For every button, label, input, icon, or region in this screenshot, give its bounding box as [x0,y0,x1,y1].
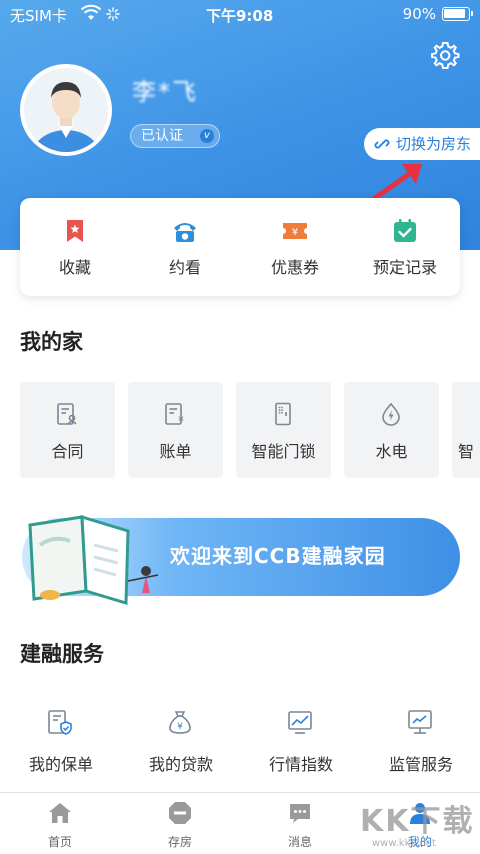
tab-home[interactable]: 首页 [0,793,120,854]
home-tile-bill[interactable]: ¥ 账单 [128,382,223,478]
user-name: 李*飞 [132,78,198,106]
tab-deposit-house[interactable]: 存房 [120,793,240,854]
home-tile-smart-lock[interactable]: 智能门锁 [236,382,331,478]
battery-fill [444,9,465,18]
quick-item-favorites[interactable]: 收藏 [20,198,130,296]
tab-label: 存房 [167,835,192,849]
avatar[interactable] [20,64,112,156]
home-tile-contract[interactable]: 合同 [20,382,115,478]
phone-icon [174,223,196,242]
home-tile-utilities[interactable]: 水电 [344,382,439,478]
home-tile-label: 智 [457,442,474,461]
calendar-check-icon [394,219,416,242]
home-tile-label: 合同 [51,442,84,461]
water-electric-icon [382,402,400,426]
policy-icon [48,710,72,735]
service-item-label: 行情指数 [268,755,333,774]
service-item-label: 我的保单 [28,755,93,774]
home-tile-smart[interactable]: 智 [452,382,480,478]
bill-icon: ¥ [165,403,184,426]
service-item-label: 监管服务 [388,755,453,774]
contract-icon [57,403,77,425]
open-book-icon [28,514,159,605]
home-icon [49,803,71,823]
verified-badge: 已认证 v [130,124,220,148]
service-item-market-index[interactable]: 行情指数 [246,700,356,780]
supervision-icon [408,710,432,734]
watermark-logo: KK下载 [360,804,475,839]
svg-text:¥: ¥ [178,416,184,426]
wifi-icon [80,4,102,20]
watermark-url: www.kkx.net [372,838,436,849]
banner-text: 欢迎来到CCB建融家园 [170,544,386,568]
quick-item-label: 优惠券 [270,258,319,277]
tab-label: 消息 [287,835,312,849]
quick-item-label: 约看 [168,258,201,277]
home-tile-label: 水电 [375,442,408,461]
tab-label: 首页 [47,835,72,849]
my-home-list[interactable]: 合同 ¥ 账单 智能门锁 水电 智 [20,382,480,478]
quick-item-coupons[interactable]: ¥ 优惠券 [240,198,350,296]
battery-icon [442,7,473,21]
status-bar: 无SIM卡 下午9:08 90% [0,0,480,30]
profile-page: 无SIM卡 下午9:08 90% 李*飞 已认证 v 切换为房东 收藏 约看 ¥… [0,0,480,854]
home-tile-label: 智能门锁 [251,442,316,461]
loan-icon: ¥ [169,711,191,734]
coupon-icon: ¥ [283,223,307,239]
svg-text:¥: ¥ [177,722,183,732]
tab-messages[interactable]: 消息 [240,793,360,854]
services-title: 建融服务 [20,642,104,666]
default-avatar-icon [24,68,108,152]
market-index-icon [288,711,312,734]
quick-actions-card: 收藏 约看 ¥ 优惠券 预定记录 [20,198,460,296]
battery-tip [471,11,473,16]
home-tile-label: 账单 [159,442,192,461]
service-item-loan[interactable]: ¥ 我的贷款 [126,700,236,780]
message-icon [290,804,310,823]
clock-text: 下午9:08 [206,7,274,25]
quick-item-viewing[interactable]: 约看 [130,198,240,296]
battery-percent: 90% [402,5,436,23]
smart-lock-icon [275,402,291,426]
loading-icon [106,7,120,21]
quick-item-bookings[interactable]: 预定记录 [350,198,460,296]
quick-item-label: 预定记录 [372,258,437,277]
verified-label: 已认证 [141,128,183,144]
my-home-title: 我的家 [20,330,83,354]
quick-item-label: 收藏 [58,258,91,277]
service-item-supervision[interactable]: 监管服务 [366,700,476,780]
bookmark-icon [67,220,83,242]
settings-gear-icon[interactable] [430,40,460,70]
service-item-policy[interactable]: 我的保单 [6,700,116,780]
verified-v-icon: v [200,129,214,143]
service-item-label: 我的贷款 [148,755,213,774]
carrier-text: 无SIM卡 [10,7,67,25]
deposit-house-icon [169,802,191,824]
svg-text:¥: ¥ [292,227,298,238]
